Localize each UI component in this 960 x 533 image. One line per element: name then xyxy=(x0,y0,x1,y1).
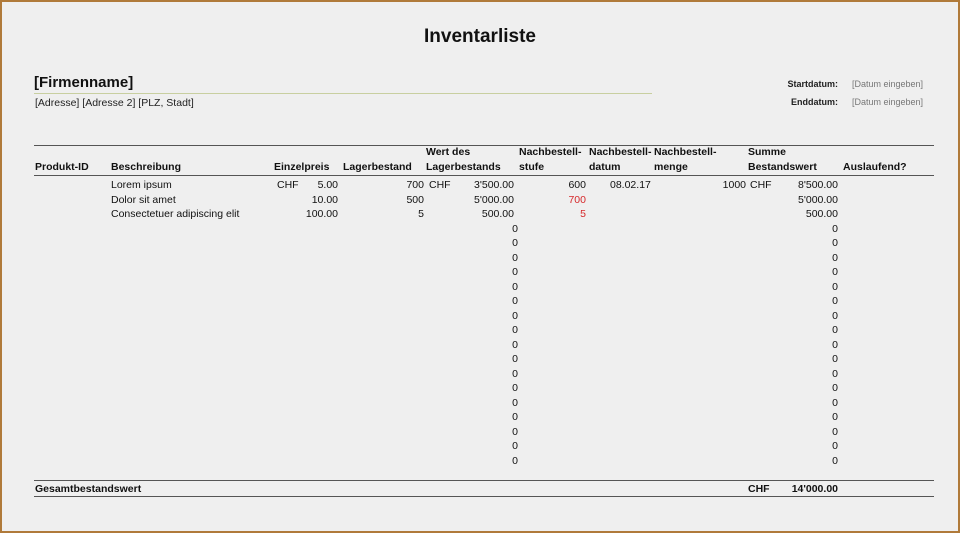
empty-row-value: 0 xyxy=(512,222,518,235)
header-discontinued: Auslaufend? xyxy=(843,161,907,173)
empty-row-total: 0 xyxy=(832,411,838,423)
cell-reorder-level: 600 xyxy=(568,179,586,191)
empty-row-total: 0 xyxy=(832,367,838,380)
empty-row-value: 0 xyxy=(512,440,518,452)
header-bottom-rule xyxy=(34,175,934,176)
empty-row-total: 0 xyxy=(832,440,838,452)
empty-row-total: 0 xyxy=(832,237,838,249)
footer-total-value: 14'000.00 xyxy=(791,483,838,495)
header-reorder-date: Nachbestell- datum xyxy=(589,146,652,173)
header-description: Beschreibung xyxy=(111,161,182,173)
empty-row-total: 0 xyxy=(832,454,838,467)
cell-description: Consectetuer adipiscing elit xyxy=(111,208,240,220)
header-product-id: Produkt-ID xyxy=(35,161,89,173)
empty-row-value: 0 xyxy=(512,411,518,423)
cell-stock: 700 xyxy=(406,179,424,191)
footer-total-label: Gesamtbestandswert xyxy=(35,483,142,495)
empty-row-value: 0 xyxy=(512,309,518,322)
empty-row-value: 0 xyxy=(512,251,518,264)
cell-price: 10.00 xyxy=(311,193,338,206)
cell-value: 3'500.00 xyxy=(474,179,514,191)
header-reorder-level: Nachbestell- stufe xyxy=(519,146,582,173)
header-total-stock-value: Summe Bestandswert xyxy=(748,146,817,173)
cell-value: 500.00 xyxy=(481,208,514,220)
cell-description: Dolor sit amet xyxy=(111,193,176,206)
empty-row-total: 0 xyxy=(832,396,838,409)
empty-row-total: 0 xyxy=(832,266,838,278)
empty-row-total: 0 xyxy=(832,382,838,394)
footer-top-rule xyxy=(34,480,934,481)
empty-row-value: 0 xyxy=(512,396,518,409)
empty-row-total: 0 xyxy=(832,251,838,264)
inventory-table: Produkt-ID Beschreibung Einzelpreis Lage… xyxy=(2,2,958,531)
empty-row-value: 0 xyxy=(512,382,518,394)
empty-row-total: 0 xyxy=(832,425,838,438)
footer-bottom-rule xyxy=(34,496,934,497)
cell-value: 5'000.00 xyxy=(474,193,514,206)
cell-total: 5'000.00 xyxy=(798,193,838,206)
empty-row-value: 0 xyxy=(512,237,518,249)
empty-row-total: 0 xyxy=(832,295,838,307)
header-stock: Lagerbestand xyxy=(343,161,412,173)
empty-row-value: 0 xyxy=(512,266,518,278)
cell-price: 100.00 xyxy=(305,208,338,220)
cell-reorder-level: 5 xyxy=(580,208,586,220)
cell-reorder-date: 08.02.17 xyxy=(610,179,651,191)
cell-description: Lorem ipsum xyxy=(111,179,172,191)
empty-row-total: 0 xyxy=(832,222,838,235)
document-page: Inventarliste [Firmenname] [Adresse] [Ad… xyxy=(0,0,960,533)
cell-stock: 5 xyxy=(418,208,424,220)
header-unit-price: Einzelpreis xyxy=(274,161,330,173)
empty-row-value: 0 xyxy=(512,324,518,336)
cell-total: 500.00 xyxy=(805,208,838,220)
empty-row-total: 0 xyxy=(832,338,838,351)
empty-row-value: 0 xyxy=(512,425,518,438)
empty-row-value: 0 xyxy=(512,295,518,307)
empty-row-total: 0 xyxy=(832,324,838,336)
cell-total: 8'500.00 xyxy=(798,179,838,191)
cell-reorder-qty: 1000 xyxy=(722,179,746,191)
empty-row-value: 0 xyxy=(512,353,518,365)
empty-row-total: 0 xyxy=(832,353,838,365)
empty-row-total: 0 xyxy=(832,309,838,322)
cell-stock: 500 xyxy=(406,193,424,206)
header-reorder-qty: Nachbestell- menge xyxy=(654,146,717,173)
cell-reorder-level: 700 xyxy=(568,193,586,206)
header-stock-value: Wert des Lagerbestands xyxy=(426,146,501,173)
empty-row-total: 0 xyxy=(832,280,838,293)
empty-row-value: 0 xyxy=(512,454,518,467)
empty-row-value: 0 xyxy=(512,367,518,380)
empty-row-value: 0 xyxy=(512,338,518,351)
empty-row-value: 0 xyxy=(512,280,518,293)
cell-price: 5.00 xyxy=(317,179,338,191)
